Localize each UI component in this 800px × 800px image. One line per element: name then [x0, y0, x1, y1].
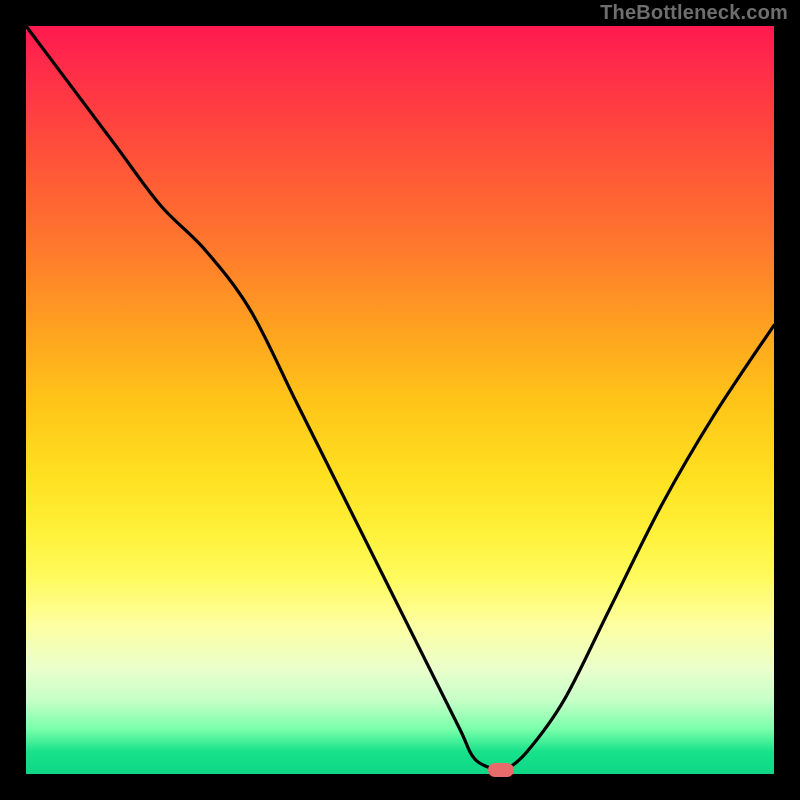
- watermark-text: TheBottleneck.com: [600, 2, 788, 25]
- bottleneck-curve: [26, 26, 774, 774]
- plot-area: [26, 26, 774, 774]
- optimal-marker: [488, 763, 514, 777]
- chart-frame: TheBottleneck.com: [0, 0, 800, 800]
